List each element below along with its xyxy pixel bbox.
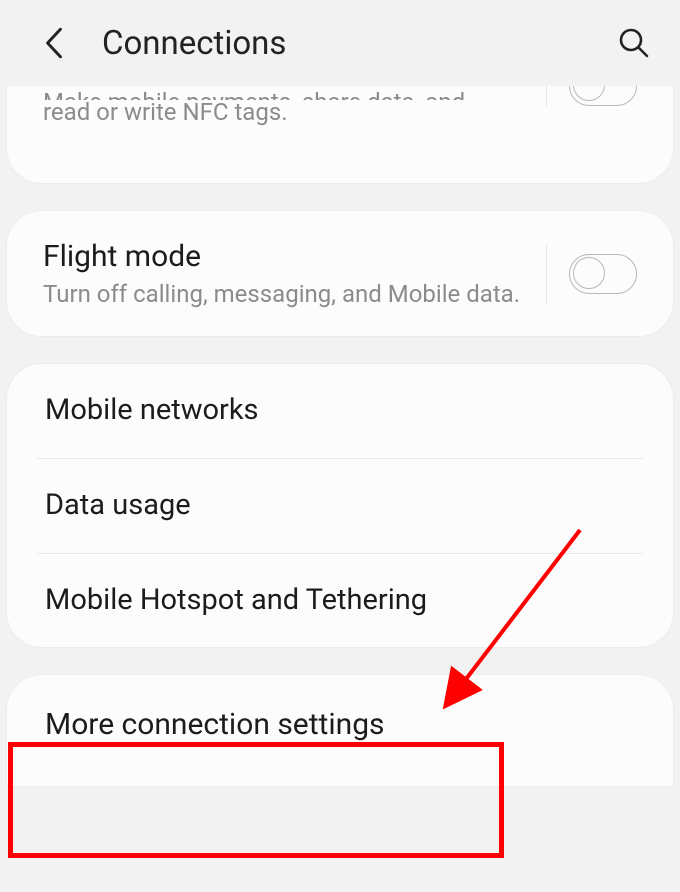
flight-mode-title: Flight mode — [43, 237, 530, 276]
toggle-knob — [573, 86, 605, 101]
nfc-subtitle-line2: read or write NFC tags. — [43, 98, 288, 126]
more-connection-settings-card[interactable]: More connection settings — [6, 674, 674, 787]
toggle-divider — [546, 245, 547, 303]
hotspot-tethering-label: Mobile Hotspot and Tethering — [45, 582, 635, 620]
search-icon — [618, 27, 650, 59]
nfc-toggle[interactable] — [569, 86, 637, 106]
chevron-left-icon — [43, 26, 65, 60]
app-header: Connections — [0, 0, 680, 86]
mobile-networks-label: Mobile networks — [45, 392, 635, 430]
mobile-networks-row[interactable]: Mobile networks — [7, 364, 673, 458]
toggle-knob — [573, 257, 605, 289]
back-button[interactable] — [32, 21, 76, 65]
nfc-setting-card[interactable]: Make mobile payments, share data, and re… — [6, 86, 674, 184]
page-title: Connections — [102, 24, 612, 63]
flight-mode-card[interactable]: Flight mode Turn off calling, messaging,… — [6, 210, 674, 337]
network-list-card: Mobile networks Data usage Mobile Hotspo… — [6, 363, 674, 648]
toggle-divider — [546, 86, 547, 106]
more-connection-settings-label: More connection settings — [45, 705, 385, 744]
flight-mode-subtitle: Turn off calling, messaging, and Mobile … — [43, 278, 530, 310]
settings-scroll[interactable]: Make mobile payments, share data, and re… — [0, 86, 680, 787]
search-button[interactable] — [612, 21, 656, 65]
hotspot-tethering-row[interactable]: Mobile Hotspot and Tethering — [37, 553, 643, 648]
data-usage-label: Data usage — [45, 487, 635, 525]
flight-mode-toggle[interactable] — [569, 254, 637, 294]
data-usage-row[interactable]: Data usage — [37, 458, 643, 553]
